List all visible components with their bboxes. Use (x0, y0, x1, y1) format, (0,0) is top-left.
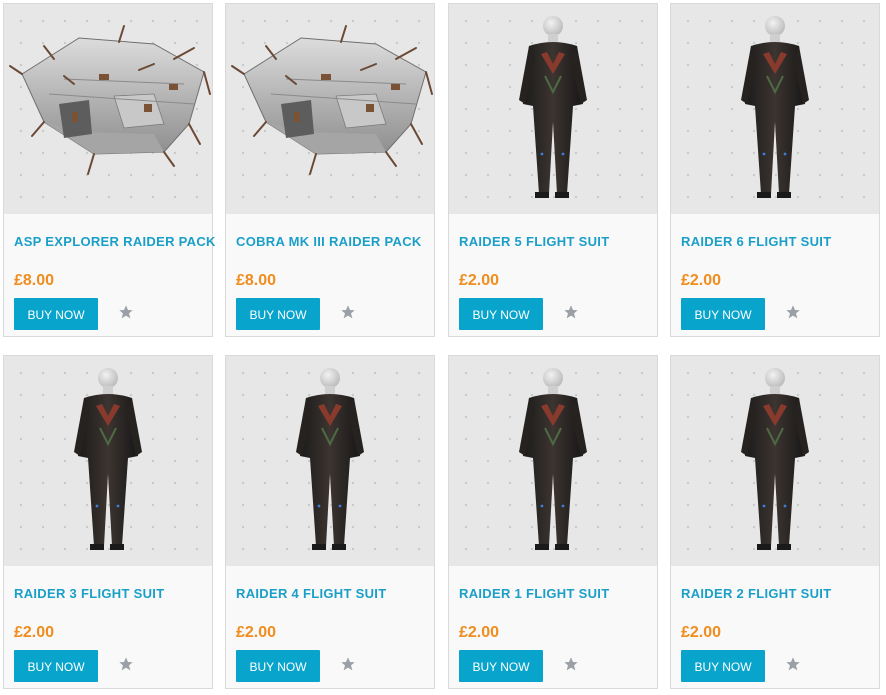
star-icon[interactable] (340, 304, 356, 320)
product-card: COBRA MK III RAIDER PACK £8.00 BUY NOW (225, 3, 435, 337)
product-card: RAIDER 4 FLIGHT SUIT £2.00 BUY NOW (225, 355, 435, 689)
product-card: ASP EXPLORER RAIDER PACK £8.00 BUY NOW (3, 3, 215, 337)
buy-now-button[interactable]: BUY NOW (236, 298, 320, 330)
product-info: RAIDER 3 FLIGHT SUIT £2.00 BUY NOW (4, 566, 212, 688)
product-title[interactable]: RAIDER 5 FLIGHT SUIT (459, 234, 654, 249)
product-info: RAIDER 6 FLIGHT SUIT £2.00 BUY NOW (671, 214, 879, 336)
star-icon[interactable] (563, 656, 579, 672)
product-info: COBRA MK III RAIDER PACK £8.00 BUY NOW (226, 214, 434, 336)
product-image[interactable] (4, 4, 212, 214)
product-info: RAIDER 5 FLIGHT SUIT £2.00 BUY NOW (449, 214, 657, 336)
product-title[interactable]: RAIDER 6 FLIGHT SUIT (681, 234, 876, 249)
product-card: RAIDER 2 FLIGHT SUIT £2.00 BUY NOW (670, 355, 880, 689)
product-info: RAIDER 1 FLIGHT SUIT £2.00 BUY NOW (449, 566, 657, 688)
product-card: RAIDER 6 FLIGHT SUIT £2.00 BUY NOW (670, 3, 880, 337)
buy-now-button[interactable]: BUY NOW (14, 650, 98, 682)
product-info: RAIDER 2 FLIGHT SUIT £2.00 BUY NOW (671, 566, 879, 688)
product-image[interactable] (226, 356, 434, 566)
star-icon[interactable] (118, 656, 134, 672)
buy-now-button[interactable]: BUY NOW (459, 298, 543, 330)
product-image[interactable] (4, 356, 212, 566)
product-price: £8.00 (236, 272, 277, 289)
product-info: RAIDER 4 FLIGHT SUIT £2.00 BUY NOW (226, 566, 434, 688)
product-price: £2.00 (459, 624, 500, 641)
product-price: £2.00 (459, 272, 500, 289)
product-title[interactable]: COBRA MK III RAIDER PACK (236, 234, 431, 249)
buy-now-button[interactable]: BUY NOW (681, 650, 765, 682)
flight-suit-render (518, 15, 588, 199)
product-title[interactable]: RAIDER 2 FLIGHT SUIT (681, 586, 876, 601)
product-card: RAIDER 1 FLIGHT SUIT £2.00 BUY NOW (448, 355, 658, 689)
buy-now-button[interactable]: BUY NOW (681, 298, 765, 330)
product-price: £2.00 (681, 272, 722, 289)
product-image[interactable] (671, 356, 879, 566)
product-image[interactable] (449, 356, 657, 566)
flight-suit-render (295, 367, 365, 551)
product-title[interactable]: RAIDER 4 FLIGHT SUIT (236, 586, 431, 601)
flight-suit-render (518, 367, 588, 551)
product-image[interactable] (671, 4, 879, 214)
product-price: £2.00 (14, 624, 55, 641)
ship-render (231, 25, 433, 175)
buy-now-button[interactable]: BUY NOW (236, 650, 320, 682)
star-icon[interactable] (785, 656, 801, 672)
flight-suit-render (740, 15, 810, 199)
product-price: £2.00 (236, 624, 277, 641)
product-title[interactable]: ASP EXPLORER RAIDER PACK (14, 234, 215, 249)
product-card: RAIDER 3 FLIGHT SUIT £2.00 BUY NOW (3, 355, 213, 689)
ship-render (9, 25, 211, 175)
product-title[interactable]: RAIDER 1 FLIGHT SUIT (459, 586, 654, 601)
star-icon[interactable] (785, 304, 801, 320)
product-title[interactable]: RAIDER 3 FLIGHT SUIT (14, 586, 209, 601)
product-info: ASP EXPLORER RAIDER PACK £8.00 BUY NOW (4, 214, 215, 336)
product-grid: ASP EXPLORER RAIDER PACK £8.00 BUY NOW COBR… (0, 0, 886, 695)
star-icon[interactable] (563, 304, 579, 320)
buy-now-button[interactable]: BUY NOW (14, 298, 98, 330)
flight-suit-render (740, 367, 810, 551)
product-price: £8.00 (14, 272, 55, 289)
buy-now-button[interactable]: BUY NOW (459, 650, 543, 682)
star-icon[interactable] (118, 304, 134, 320)
star-icon[interactable] (340, 656, 356, 672)
product-price: £2.00 (681, 624, 722, 641)
flight-suit-render (73, 367, 143, 551)
product-image[interactable] (449, 4, 657, 214)
product-card: RAIDER 5 FLIGHT SUIT £2.00 BUY NOW (448, 3, 658, 337)
product-image[interactable] (226, 4, 434, 214)
